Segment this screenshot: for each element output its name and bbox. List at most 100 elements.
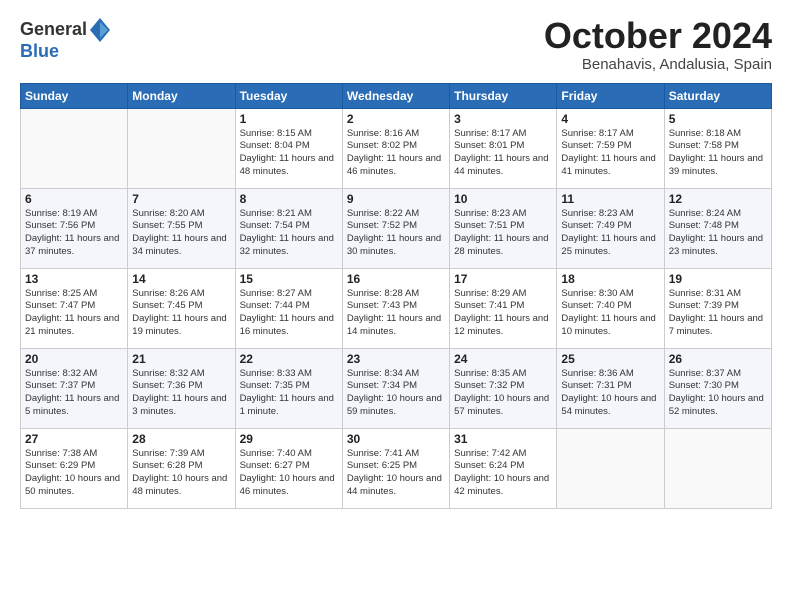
day-cell: 23Sunrise: 8:34 AMSunset: 7:34 PMDayligh… bbox=[342, 348, 449, 428]
day-info: Sunrise: 7:41 AMSunset: 6:25 PMDaylight:… bbox=[347, 448, 445, 499]
week-row-1: 1Sunrise: 8:15 AMSunset: 8:04 PMDaylight… bbox=[21, 108, 772, 188]
day-number: 12 bbox=[669, 192, 767, 206]
logo-general: General bbox=[20, 20, 87, 40]
day-number: 25 bbox=[561, 352, 659, 366]
day-number: 13 bbox=[25, 272, 123, 286]
day-cell: 20Sunrise: 8:32 AMSunset: 7:37 PMDayligh… bbox=[21, 348, 128, 428]
day-number: 16 bbox=[347, 272, 445, 286]
day-number: 22 bbox=[240, 352, 338, 366]
day-cell: 25 Sunrise: 8:36 AMSunset: 7:31 PMDayligh… bbox=[557, 348, 664, 428]
day-cell bbox=[557, 428, 664, 508]
logo-icon bbox=[89, 16, 111, 44]
day-info: Sunrise: 8:16 AMSunset: 8:02 PMDaylight:… bbox=[347, 128, 445, 179]
day-number: 24 bbox=[454, 352, 552, 366]
day-info: Sunrise: 8:26 AMSunset: 7:45 PMDaylight:… bbox=[132, 288, 230, 339]
day-info: Sunrise: 7:42 AMSunset: 6:24 PMDaylight:… bbox=[454, 448, 552, 499]
day-info: Sunrise: 8:23 AMSunset: 7:49 PMDaylight:… bbox=[561, 208, 659, 259]
day-cell: 1Sunrise: 8:15 AMSunset: 8:04 PMDaylight… bbox=[235, 108, 342, 188]
week-row-4: 20Sunrise: 8:32 AMSunset: 7:37 PMDayligh… bbox=[21, 348, 772, 428]
day-info: Sunrise: 8:29 AMSunset: 7:41 PMDaylight:… bbox=[454, 288, 552, 339]
header: General Blue October 2024 Benahavis, And… bbox=[20, 16, 772, 73]
day-cell: 4Sunrise: 8:17 AMSunset: 7:59 PMDaylight… bbox=[557, 108, 664, 188]
day-info: Sunrise: 8:19 AMSunset: 7:56 PMDaylight:… bbox=[25, 208, 123, 259]
day-number: 15 bbox=[240, 272, 338, 286]
day-cell: 19Sunrise: 8:31 AMSunset: 7:39 PMDayligh… bbox=[664, 268, 771, 348]
page: General Blue October 2024 Benahavis, And… bbox=[0, 0, 792, 612]
week-row-3: 13 Sunrise: 8:25 AMSunset: 7:47 PMDayligh… bbox=[21, 268, 772, 348]
day-number: 29 bbox=[240, 432, 338, 446]
day-info: Sunrise: 8:25 AMSunset: 7:47 PMDaylight:… bbox=[25, 288, 123, 339]
day-cell: 11 Sunrise: 8:23 AMSunset: 7:49 PMDayligh… bbox=[557, 188, 664, 268]
day-number: 8 bbox=[240, 192, 338, 206]
logo-blue: Blue bbox=[20, 42, 111, 62]
day-info: Sunrise: 8:22 AMSunset: 7:52 PMDaylight:… bbox=[347, 208, 445, 259]
day-cell: 17 Sunrise: 8:29 AMSunset: 7:41 PMDayligh… bbox=[450, 268, 557, 348]
day-number: 7 bbox=[132, 192, 230, 206]
day-cell: 12 Sunrise: 8:24 AMSunset: 7:48 PMDayligh… bbox=[664, 188, 771, 268]
day-cell: 28 Sunrise: 7:39 AMSunset: 6:28 PMDayligh… bbox=[128, 428, 235, 508]
day-number: 14 bbox=[132, 272, 230, 286]
day-cell: 27 Sunrise: 7:38 AMSunset: 6:29 PMDayligh… bbox=[21, 428, 128, 508]
day-info: Sunrise: 8:18 AMSunset: 7:58 PMDaylight:… bbox=[669, 128, 767, 179]
day-number: 5 bbox=[669, 112, 767, 126]
day-number: 19 bbox=[669, 272, 767, 286]
calendar-table: SundayMondayTuesdayWednesdayThursdayFrid… bbox=[20, 83, 772, 509]
day-info: Sunrise: 8:20 AMSunset: 7:55 PMDaylight:… bbox=[132, 208, 230, 259]
day-cell: 6 Sunrise: 8:19 AMSunset: 7:56 PMDaylight… bbox=[21, 188, 128, 268]
day-info: Sunrise: 8:32 AMSunset: 7:36 PMDaylight:… bbox=[132, 368, 230, 419]
day-number: 17 bbox=[454, 272, 552, 286]
day-info: Sunrise: 8:33 AMSunset: 7:35 PMDaylight:… bbox=[240, 368, 338, 419]
day-info: Sunrise: 7:39 AMSunset: 6:28 PMDaylight:… bbox=[132, 448, 230, 499]
day-number: 26 bbox=[669, 352, 767, 366]
day-number: 9 bbox=[347, 192, 445, 206]
day-number: 6 bbox=[25, 192, 123, 206]
day-cell: 22 Sunrise: 8:33 AMSunset: 7:35 PMDayligh… bbox=[235, 348, 342, 428]
day-number: 28 bbox=[132, 432, 230, 446]
day-cell: 24Sunrise: 8:35 AMSunset: 7:32 PMDayligh… bbox=[450, 348, 557, 428]
day-number: 4 bbox=[561, 112, 659, 126]
day-number: 30 bbox=[347, 432, 445, 446]
month-title: October 2024 bbox=[544, 16, 772, 56]
day-info: Sunrise: 7:38 AMSunset: 6:29 PMDaylight:… bbox=[25, 448, 123, 499]
day-info: Sunrise: 8:24 AMSunset: 7:48 PMDaylight:… bbox=[669, 208, 767, 259]
weekday-header-saturday: Saturday bbox=[664, 83, 771, 108]
day-cell bbox=[128, 108, 235, 188]
title-block: October 2024 Benahavis, Andalusia, Spain bbox=[544, 16, 772, 73]
day-cell: 15Sunrise: 8:27 AMSunset: 7:44 PMDayligh… bbox=[235, 268, 342, 348]
logo: General Blue bbox=[20, 16, 111, 62]
day-number: 21 bbox=[132, 352, 230, 366]
day-cell: 9 Sunrise: 8:22 AMSunset: 7:52 PMDaylight… bbox=[342, 188, 449, 268]
day-info: Sunrise: 8:30 AMSunset: 7:40 PMDaylight:… bbox=[561, 288, 659, 339]
day-cell: 14 Sunrise: 8:26 AMSunset: 7:45 PMDayligh… bbox=[128, 268, 235, 348]
week-row-5: 27 Sunrise: 7:38 AMSunset: 6:29 PMDayligh… bbox=[21, 428, 772, 508]
day-cell bbox=[664, 428, 771, 508]
day-cell: 16 Sunrise: 8:28 AMSunset: 7:43 PMDayligh… bbox=[342, 268, 449, 348]
weekday-header-tuesday: Tuesday bbox=[235, 83, 342, 108]
day-number: 18 bbox=[561, 272, 659, 286]
weekday-header-wednesday: Wednesday bbox=[342, 83, 449, 108]
weekday-header-friday: Friday bbox=[557, 83, 664, 108]
day-header-row: SundayMondayTuesdayWednesdayThursdayFrid… bbox=[21, 83, 772, 108]
day-cell: 10Sunrise: 8:23 AMSunset: 7:51 PMDayligh… bbox=[450, 188, 557, 268]
day-info: Sunrise: 8:36 AMSunset: 7:31 PMDaylight:… bbox=[561, 368, 659, 419]
weekday-header-sunday: Sunday bbox=[21, 83, 128, 108]
day-number: 20 bbox=[25, 352, 123, 366]
day-info: Sunrise: 8:17 AMSunset: 8:01 PMDaylight:… bbox=[454, 128, 552, 179]
day-cell: 2 Sunrise: 8:16 AMSunset: 8:02 PMDaylight… bbox=[342, 108, 449, 188]
weekday-header-monday: Monday bbox=[128, 83, 235, 108]
day-number: 11 bbox=[561, 192, 659, 206]
day-cell: 31Sunrise: 7:42 AMSunset: 6:24 PMDayligh… bbox=[450, 428, 557, 508]
day-number: 3 bbox=[454, 112, 552, 126]
day-number: 10 bbox=[454, 192, 552, 206]
day-info: Sunrise: 7:40 AMSunset: 6:27 PMDaylight:… bbox=[240, 448, 338, 499]
weekday-header-thursday: Thursday bbox=[450, 83, 557, 108]
day-cell: 18 Sunrise: 8:30 AMSunset: 7:40 PMDayligh… bbox=[557, 268, 664, 348]
day-info: Sunrise: 8:37 AMSunset: 7:30 PMDaylight:… bbox=[669, 368, 767, 419]
day-cell: 26 Sunrise: 8:37 AMSunset: 7:30 PMDayligh… bbox=[664, 348, 771, 428]
day-number: 27 bbox=[25, 432, 123, 446]
day-number: 2 bbox=[347, 112, 445, 126]
day-number: 1 bbox=[240, 112, 338, 126]
day-info: Sunrise: 8:28 AMSunset: 7:43 PMDaylight:… bbox=[347, 288, 445, 339]
day-cell: 29 Sunrise: 7:40 AMSunset: 6:27 PMDayligh… bbox=[235, 428, 342, 508]
day-cell: 3 Sunrise: 8:17 AMSunset: 8:01 PMDaylight… bbox=[450, 108, 557, 188]
